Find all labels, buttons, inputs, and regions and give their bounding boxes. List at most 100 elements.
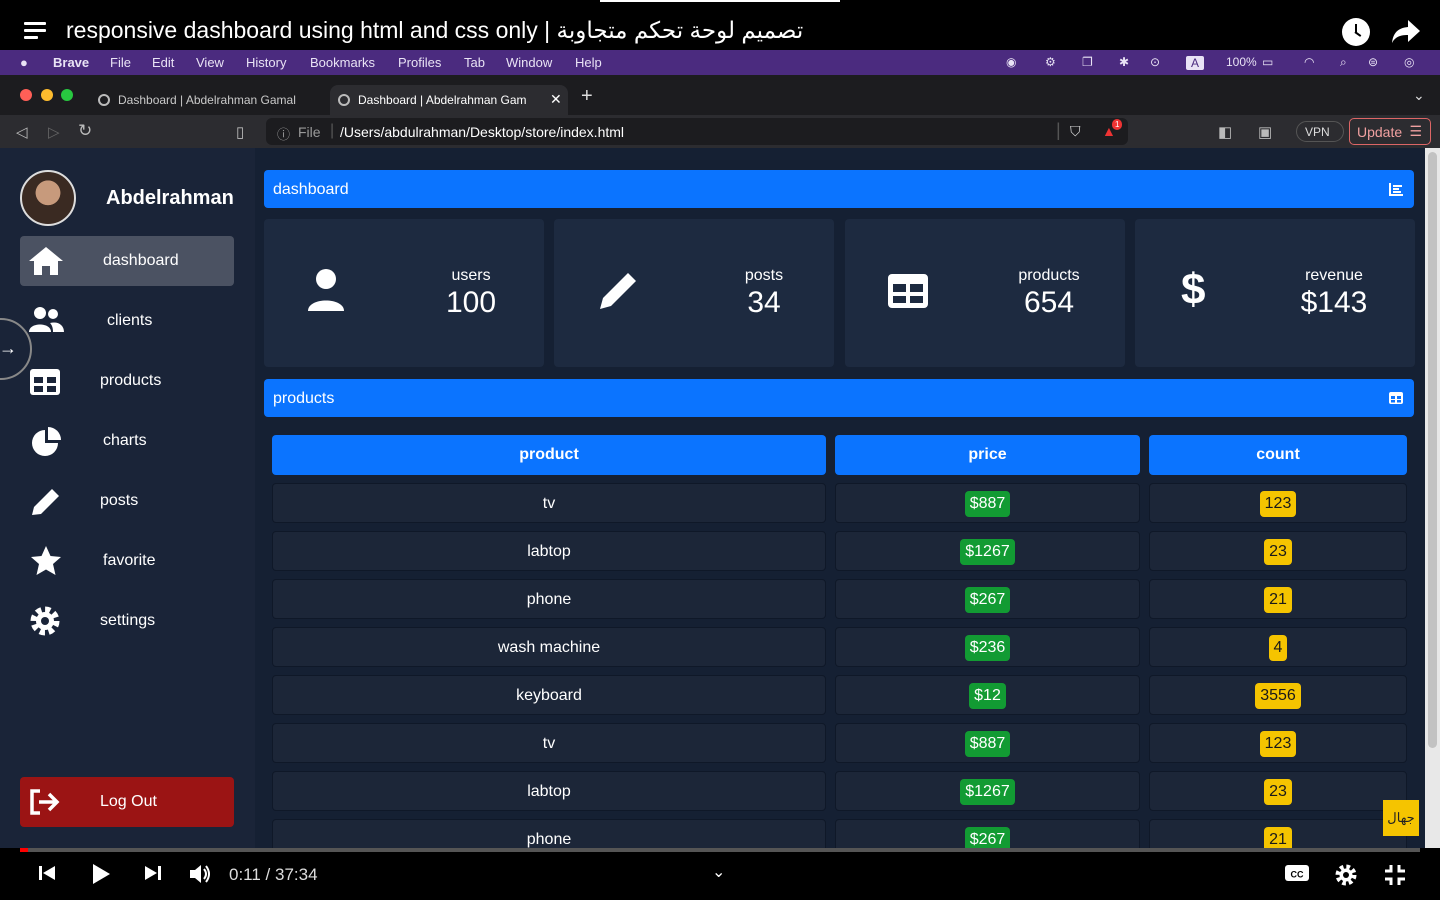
control-center-icon[interactable]: ⊜: [1368, 55, 1378, 69]
main-content: dashboard users 100 posts 34 products 65…: [255, 148, 1425, 848]
browser-tab[interactable]: Dashboard | Abdelrahman Gamal: [90, 85, 322, 115]
menu-app-name[interactable]: Brave: [53, 55, 89, 70]
cell-count: 3556: [1149, 675, 1407, 715]
dashboard-title: dashboard: [273, 181, 349, 198]
close-tab-icon[interactable]: ✕: [550, 91, 562, 108]
stat-value: 34: [747, 286, 781, 319]
svg-text:CC: CC: [1291, 870, 1304, 880]
count-badge: 123: [1259, 731, 1297, 757]
play-status-icon[interactable]: ⊙: [1150, 55, 1160, 69]
zoom-window-button[interactable]: [61, 89, 73, 101]
watch-later-icon[interactable]: [1342, 18, 1370, 46]
spotlight-icon[interactable]: ⌕: [1340, 55, 1347, 70]
dollar-icon: $: [1181, 265, 1206, 314]
stat-value: 654: [1023, 286, 1075, 319]
exit-fullscreen-icon[interactable]: [1383, 863, 1407, 887]
menu-file[interactable]: File: [110, 55, 131, 70]
menu-view[interactable]: View: [196, 55, 224, 70]
column-header-product[interactable]: product: [272, 435, 826, 475]
bluetooth-icon[interactable]: ✱: [1119, 55, 1129, 69]
play-icon[interactable]: [90, 863, 112, 885]
sidebar-item-dashboard[interactable]: dashboard: [20, 236, 234, 286]
users-icon: [29, 307, 64, 332]
next-icon[interactable]: [143, 863, 163, 883]
record-icon[interactable]: ◉: [1006, 55, 1016, 69]
table-icon: [888, 274, 928, 308]
sidebar-item-posts[interactable]: posts: [20, 476, 234, 526]
sidebar-item-charts[interactable]: charts: [20, 416, 234, 466]
cell-product: labtop: [272, 531, 826, 571]
forward-icon[interactable]: ▷: [48, 123, 60, 141]
previous-icon[interactable]: [37, 863, 57, 883]
menu-history[interactable]: History: [246, 55, 286, 70]
captions-icon[interactable]: CC: [1284, 863, 1310, 883]
address-bar[interactable]: ⓘ File | /Users/abdulrahman/Desktop/stor…: [266, 118, 1128, 145]
video-progress-bar[interactable]: [20, 848, 1420, 852]
sidebar-item-settings[interactable]: settings: [20, 596, 234, 646]
video-title-bar: responsive dashboard using html and css …: [0, 0, 1440, 50]
logout-button[interactable]: Log Out: [20, 777, 234, 827]
minimize-window-button[interactable]: [41, 89, 53, 101]
settings-gear-icon[interactable]: [1334, 863, 1358, 887]
sidebar-item-clients[interactable]: clients: [20, 296, 234, 346]
scrollbar-thumb[interactable]: [1428, 152, 1437, 748]
back-icon[interactable]: ◁: [16, 123, 28, 141]
stat-card-revenue: $ revenue $143: [1135, 219, 1415, 367]
count-badge: 23: [1264, 539, 1292, 565]
new-tab-icon[interactable]: +: [581, 85, 593, 108]
url-scheme: File: [298, 124, 321, 140]
cell-count: 21: [1149, 819, 1407, 848]
count-badge: 21: [1264, 827, 1292, 848]
tab-label: Dashboard | Abdelrahman Gamal: [118, 93, 296, 107]
siri-icon[interactable]: ◎: [1404, 55, 1414, 69]
status-gear-icon[interactable]: ⚙: [1045, 55, 1056, 69]
input-source-icon[interactable]: A: [1186, 56, 1205, 70]
info-icon[interactable]: ⓘ: [277, 124, 290, 143]
update-button[interactable]: Update ☰: [1349, 118, 1431, 145]
browser-tab-bar: Dashboard | Abdelrahman Gamal Dashboard …: [0, 75, 1440, 115]
column-header-count[interactable]: count: [1149, 435, 1407, 475]
cell-count: 123: [1149, 723, 1407, 763]
menu-window[interactable]: Window: [506, 55, 552, 70]
browser-toolbar: ◁ ▷ ↻ ▯ ⓘ File | /Users/abdulrahman/Desk…: [0, 115, 1440, 148]
stat-value: $143: [1300, 286, 1368, 319]
sidebar: Abdelrahman dashboard clients products c…: [0, 148, 255, 848]
screens-icon[interactable]: ❐: [1082, 55, 1093, 69]
menu-profiles[interactable]: Profiles: [398, 55, 441, 70]
chevron-down-icon[interactable]: ⌄: [712, 862, 725, 882]
tab-label: Dashboard | Abdelrahman Gam: [358, 93, 527, 107]
cell-price: $887: [835, 483, 1140, 523]
vpn-label: VPN: [1305, 125, 1330, 139]
stat-label: products: [1018, 267, 1080, 284]
menu-bookmarks[interactable]: Bookmarks: [310, 55, 375, 70]
brave-shield-icon[interactable]: ⛉: [1070, 123, 1081, 140]
browser-tab-active[interactable]: Dashboard | Abdelrahman Gam ✕: [330, 85, 568, 115]
stat-card-products: products 654: [845, 219, 1125, 367]
stat-value: 100: [445, 286, 497, 319]
reload-icon[interactable]: ↻: [78, 121, 92, 141]
sidebar-item-products[interactable]: products: [20, 356, 234, 406]
cell-count: 4: [1149, 627, 1407, 667]
menu-tab[interactable]: Tab: [464, 55, 485, 70]
video-title[interactable]: responsive dashboard using html and css …: [66, 17, 803, 44]
url-text[interactable]: /Users/abdulrahman/Desktop/store/index.h…: [340, 124, 624, 140]
wallet-icon[interactable]: ▣: [1258, 123, 1272, 141]
loading-indicator: [600, 0, 840, 2]
apple-icon[interactable]: ●: [20, 55, 28, 70]
volume-icon[interactable]: [188, 863, 212, 885]
menu-help[interactable]: Help: [575, 55, 602, 70]
tab-list-chevron-icon[interactable]: ⌄: [1413, 87, 1425, 104]
wifi-icon[interactable]: ◠: [1304, 55, 1314, 69]
close-window-button[interactable]: [20, 89, 32, 101]
bookmark-icon[interactable]: ▯: [236, 123, 244, 141]
count-badge: 123: [1259, 491, 1297, 517]
battery-icon[interactable]: ▭: [1262, 55, 1273, 69]
vpn-button[interactable]: VPN: [1296, 121, 1344, 142]
sidebar-toggle-icon[interactable]: ◧: [1218, 123, 1232, 141]
menu-edit[interactable]: Edit: [152, 55, 174, 70]
playlist-menu-icon[interactable]: [24, 22, 46, 40]
sidebar-item-label: products: [100, 372, 162, 389]
share-icon[interactable]: [1390, 18, 1422, 46]
sidebar-item-favorite[interactable]: favorite: [20, 536, 234, 586]
column-header-price[interactable]: price: [835, 435, 1140, 475]
